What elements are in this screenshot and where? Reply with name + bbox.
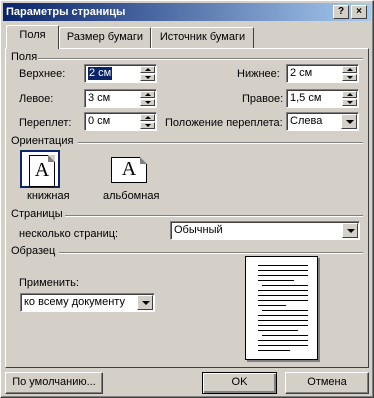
landscape-page-icon: A	[111, 157, 147, 183]
top-margin-spinner[interactable]	[140, 66, 155, 81]
close-button[interactable]: ×	[351, 5, 367, 19]
landscape-label[interactable]: альбомная	[103, 190, 159, 202]
chevron-down-icon[interactable]	[342, 223, 358, 238]
gutter-position-value: Слева	[290, 115, 323, 127]
multiple-pages-select[interactable]: Обычный	[170, 221, 360, 240]
portrait-page-icon: A	[29, 155, 55, 187]
spin-up-icon[interactable]	[140, 66, 155, 73]
sample-divider	[59, 252, 363, 254]
window-title: Параметры страницы	[6, 6, 126, 18]
spin-up-icon[interactable]	[342, 66, 357, 73]
apply-to-select[interactable]: ко всему документу	[20, 293, 155, 312]
page-preview	[245, 256, 318, 360]
landscape-option[interactable]: A	[102, 150, 156, 188]
orientation-section-title: Ориентация	[11, 135, 74, 147]
right-margin-label: Правое:	[242, 93, 284, 105]
bottom-margin-label: Нижнее:	[237, 68, 280, 80]
right-margin-value: 1,5 см	[290, 92, 322, 104]
landscape-glyph: A	[121, 158, 137, 180]
tab-paper-size-label: Размер бумаги	[66, 31, 144, 43]
spin-up-icon[interactable]	[140, 114, 155, 121]
bottom-margin-value: 2 см	[290, 67, 313, 79]
gutter-position-select[interactable]: Слева	[286, 112, 359, 131]
pages-section-title: Страницы	[11, 208, 63, 220]
tab-paper-source-label: Источник бумаги	[159, 31, 246, 43]
tab-margins[interactable]: Поля	[6, 25, 59, 49]
top-margin-label: Верхнее:	[19, 68, 66, 80]
gutter-label: Переплет:	[19, 117, 72, 129]
title-bar: Параметры страницы	[3, 3, 371, 21]
gutter-position-label: Положение переплета:	[165, 117, 283, 129]
orientation-divider	[78, 142, 363, 144]
top-margin-value: 2 см	[88, 67, 113, 80]
right-margin-spinner[interactable]	[342, 91, 357, 106]
multiple-pages-value: Обычный	[174, 224, 223, 236]
left-margin-spinner[interactable]	[140, 91, 155, 106]
cancel-label: Отмена	[307, 376, 347, 388]
tab-margins-label: Поля	[19, 29, 46, 41]
set-default-button[interactable]: По умолчанию...	[5, 372, 103, 394]
pages-divider	[65, 215, 363, 217]
gutter-spinner[interactable]	[140, 114, 155, 129]
bottom-margin-spinner[interactable]	[342, 66, 357, 81]
spin-down-icon[interactable]	[140, 99, 155, 106]
apply-to-label: Применить:	[19, 277, 79, 289]
chevron-down-icon[interactable]	[137, 295, 153, 310]
spin-down-icon[interactable]	[140, 122, 155, 129]
tab-paper-source[interactable]: Источник бумаги	[151, 27, 254, 48]
ok-label: OK	[231, 376, 248, 388]
multiple-pages-label: несколько страниц:	[19, 228, 119, 240]
spin-down-icon[interactable]	[342, 99, 357, 106]
ok-button[interactable]: OK	[202, 372, 277, 394]
portrait-glyph: A	[34, 159, 50, 181]
gutter-input[interactable]: 0 см	[84, 112, 157, 131]
right-margin-input[interactable]: 1,5 см	[286, 89, 359, 108]
spin-up-icon[interactable]	[342, 91, 357, 98]
bottom-margin-input[interactable]: 2 см	[286, 64, 359, 83]
left-margin-label: Левое:	[19, 93, 54, 105]
help-button[interactable]: ?	[333, 5, 349, 19]
left-margin-input[interactable]: 3 см	[84, 89, 157, 108]
spin-down-icon[interactable]	[140, 74, 155, 81]
apply-to-value: ко всему документу	[24, 296, 125, 308]
tab-paper-size[interactable]: Размер бумаги	[59, 27, 151, 48]
portrait-label[interactable]: книжная	[27, 190, 70, 202]
top-margin-input[interactable]: 2 см	[84, 64, 157, 83]
spin-up-icon[interactable]	[140, 91, 155, 98]
left-margin-value: 3 см	[88, 92, 111, 104]
margins-divider	[38, 58, 363, 60]
portrait-option[interactable]: A	[20, 150, 60, 188]
cancel-button[interactable]: Отмена	[285, 372, 369, 394]
set-default-label: По умолчанию...	[12, 376, 96, 388]
gutter-value: 0 см	[88, 115, 111, 127]
spin-down-icon[interactable]	[342, 74, 357, 81]
sample-section-title: Образец	[11, 245, 56, 257]
chevron-down-icon[interactable]	[341, 114, 357, 129]
margins-section-title: Поля	[11, 51, 38, 63]
